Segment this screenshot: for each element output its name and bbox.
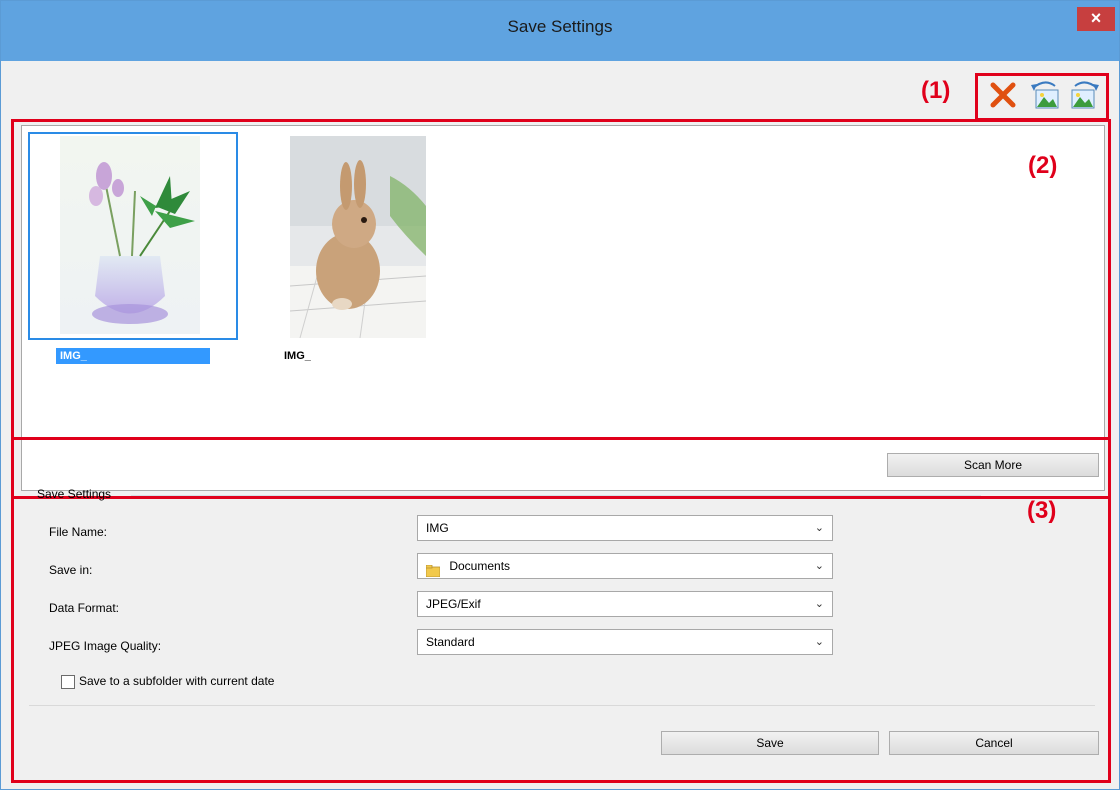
chevron-down-icon: ⌄ bbox=[814, 636, 824, 648]
delete-icon[interactable] bbox=[989, 81, 1017, 109]
file-name-label: File Name: bbox=[49, 525, 108, 539]
thumbnail-item[interactable]: IMG_ bbox=[28, 132, 238, 372]
close-button[interactable]: × bbox=[1077, 7, 1115, 31]
rotate-left-icon[interactable] bbox=[1029, 79, 1061, 111]
file-name-value: IMG bbox=[426, 521, 449, 535]
window-title: Save Settings bbox=[507, 17, 613, 36]
subfolder-checkbox[interactable] bbox=[61, 675, 75, 689]
data-format-value: JPEG/Exif bbox=[426, 597, 481, 611]
thumbnail-label: IMG_ bbox=[56, 348, 210, 364]
save-in-value: Documents bbox=[449, 559, 511, 573]
save-in-label: Save in: bbox=[49, 563, 93, 577]
rabbit-image bbox=[289, 136, 427, 339]
chevron-down-icon: ⌄ bbox=[814, 560, 824, 572]
thumbnail-label: IMG_ bbox=[284, 350, 311, 362]
jpeg-quality-value: Standard bbox=[426, 635, 475, 649]
chevron-down-icon: ⌄ bbox=[814, 522, 824, 534]
dialog-body: (1) (2) IMG_ IMG_ (3) Scan More Save Set… bbox=[9, 61, 1111, 783]
button-separator bbox=[29, 705, 1095, 706]
save-in-select[interactable]: Documents ⌄ bbox=[417, 553, 833, 579]
settings-area: (3) Scan More Save Settings File Name: I… bbox=[21, 441, 1103, 755]
flower-vase-image bbox=[60, 136, 200, 334]
cancel-button[interactable]: Cancel bbox=[889, 731, 1099, 755]
toolbar-area: (1) bbox=[9, 61, 1111, 121]
callout-3: (3) bbox=[1027, 497, 1057, 524]
subfolder-checkbox-label[interactable]: Save to a subfolder with current date bbox=[79, 674, 274, 688]
group-divider bbox=[131, 495, 981, 496]
folder-icon bbox=[425, 561, 441, 578]
rotate-right-icon[interactable] bbox=[1069, 79, 1101, 111]
save-settings-window: Save Settings × (1) (2) IMG_ IMG_ (3) Sc… bbox=[0, 0, 1120, 790]
jpeg-quality-label: JPEG Image Quality: bbox=[49, 639, 162, 653]
save-button[interactable]: Save bbox=[661, 731, 879, 755]
callout-2: (2) bbox=[1028, 152, 1058, 179]
scan-more-button[interactable]: Scan More bbox=[887, 453, 1099, 477]
group-title-save-settings: Save Settings bbox=[37, 487, 112, 501]
title-bar[interactable]: Save Settings × bbox=[1, 1, 1119, 61]
file-name-combobox[interactable]: IMG ⌄ bbox=[417, 515, 833, 541]
callout-1: (1) bbox=[921, 77, 951, 104]
data-format-select[interactable]: JPEG/Exif ⌄ bbox=[417, 591, 833, 617]
data-format-label: Data Format: bbox=[49, 601, 120, 615]
jpeg-quality-select[interactable]: Standard ⌄ bbox=[417, 629, 833, 655]
chevron-down-icon: ⌄ bbox=[814, 598, 824, 610]
thumbnail-item[interactable]: IMG_ bbox=[278, 132, 438, 372]
